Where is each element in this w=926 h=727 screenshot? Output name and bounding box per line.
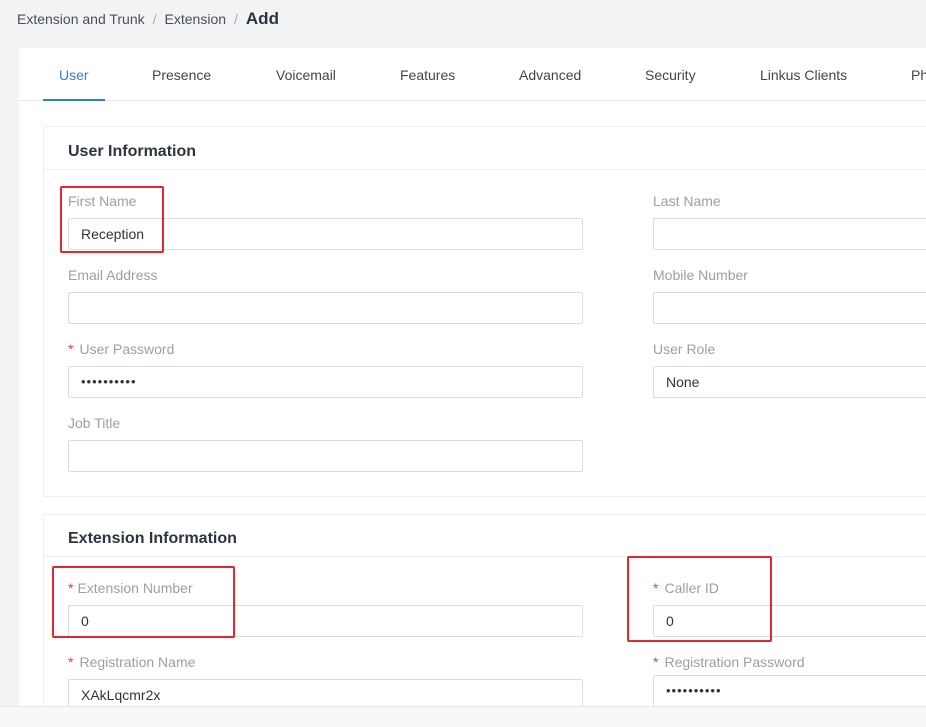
user-password-label: * User Password bbox=[68, 341, 174, 357]
tab-user[interactable]: User bbox=[59, 67, 89, 83]
tab-advanced[interactable]: Advanced bbox=[519, 67, 581, 83]
required-marker: * bbox=[68, 341, 74, 357]
required-marker: * bbox=[68, 654, 74, 670]
caller-id-input[interactable]: 0 bbox=[653, 605, 926, 637]
user-information-section: User Information First Name Reception La… bbox=[43, 126, 926, 497]
registration-password-label: * Registration Password bbox=[653, 654, 805, 670]
registration-name-label-text: Registration Name bbox=[79, 654, 196, 670]
breadcrumb-separator: / bbox=[234, 11, 238, 27]
breadcrumb-separator: / bbox=[152, 11, 157, 27]
user-role-select[interactable]: None bbox=[653, 366, 926, 398]
job-title-input[interactable] bbox=[68, 440, 583, 472]
extension-number-label: * Extension Number bbox=[68, 580, 193, 596]
main-panel: User Presence Voicemail Features Advance… bbox=[19, 48, 926, 727]
section-title-user-information: User Information bbox=[68, 143, 197, 160]
breadcrumb: Extension and Trunk / Extension / Add bbox=[17, 8, 279, 30]
section-title-extension-information: Extension Information bbox=[68, 530, 237, 547]
extension-number-input[interactable]: 0 bbox=[68, 605, 583, 637]
first-name-input[interactable]: Reception bbox=[68, 218, 583, 250]
registration-password-input[interactable]: •••••••••• bbox=[653, 675, 926, 707]
registration-name-label: * Registration Name bbox=[68, 654, 195, 670]
first-name-label: First Name bbox=[68, 193, 137, 209]
user-password-label-text: User Password bbox=[79, 341, 175, 357]
active-tab-indicator bbox=[43, 99, 105, 101]
extension-number-label-text: Extension Number bbox=[77, 580, 193, 596]
user-role-label: User Role bbox=[653, 341, 716, 357]
page-title: Add bbox=[245, 9, 279, 28]
bottom-bar bbox=[0, 706, 926, 727]
tab-linkus-clients[interactable]: Linkus Clients bbox=[760, 67, 847, 83]
mobile-number-label: Mobile Number bbox=[653, 267, 748, 283]
breadcrumb-item-extension-and-trunk[interactable]: Extension and Trunk bbox=[17, 11, 145, 27]
tab-presence[interactable]: Presence bbox=[152, 67, 211, 83]
tab-bar: User Presence Voicemail Features Advance… bbox=[19, 48, 926, 101]
section-divider bbox=[44, 556, 926, 557]
extension-information-section: Extension Information * Extension Number … bbox=[43, 514, 926, 727]
email-address-label: Email Address bbox=[68, 267, 158, 283]
registration-password-label-text: Registration Password bbox=[664, 654, 805, 670]
section-divider bbox=[44, 169, 926, 170]
tab-security[interactable]: Security bbox=[645, 67, 696, 83]
required-marker: * bbox=[653, 654, 659, 670]
caller-id-label-text: Caller ID bbox=[664, 580, 719, 596]
caller-id-label: * Caller ID bbox=[653, 580, 719, 596]
breadcrumb-item-extension[interactable]: Extension bbox=[165, 11, 226, 27]
mobile-number-input[interactable] bbox=[653, 292, 926, 324]
tab-voicemail[interactable]: Voicemail bbox=[276, 67, 336, 83]
tab-features[interactable]: Features bbox=[400, 67, 455, 83]
tab-phone[interactable]: Ph bbox=[911, 67, 926, 83]
last-name-input[interactable] bbox=[653, 218, 926, 250]
job-title-label: Job Title bbox=[68, 415, 121, 431]
last-name-label: Last Name bbox=[653, 193, 721, 209]
user-password-input[interactable]: •••••••••• bbox=[68, 366, 583, 398]
required-marker: * bbox=[68, 580, 74, 596]
email-address-input[interactable] bbox=[68, 292, 583, 324]
required-marker: * bbox=[653, 580, 659, 596]
